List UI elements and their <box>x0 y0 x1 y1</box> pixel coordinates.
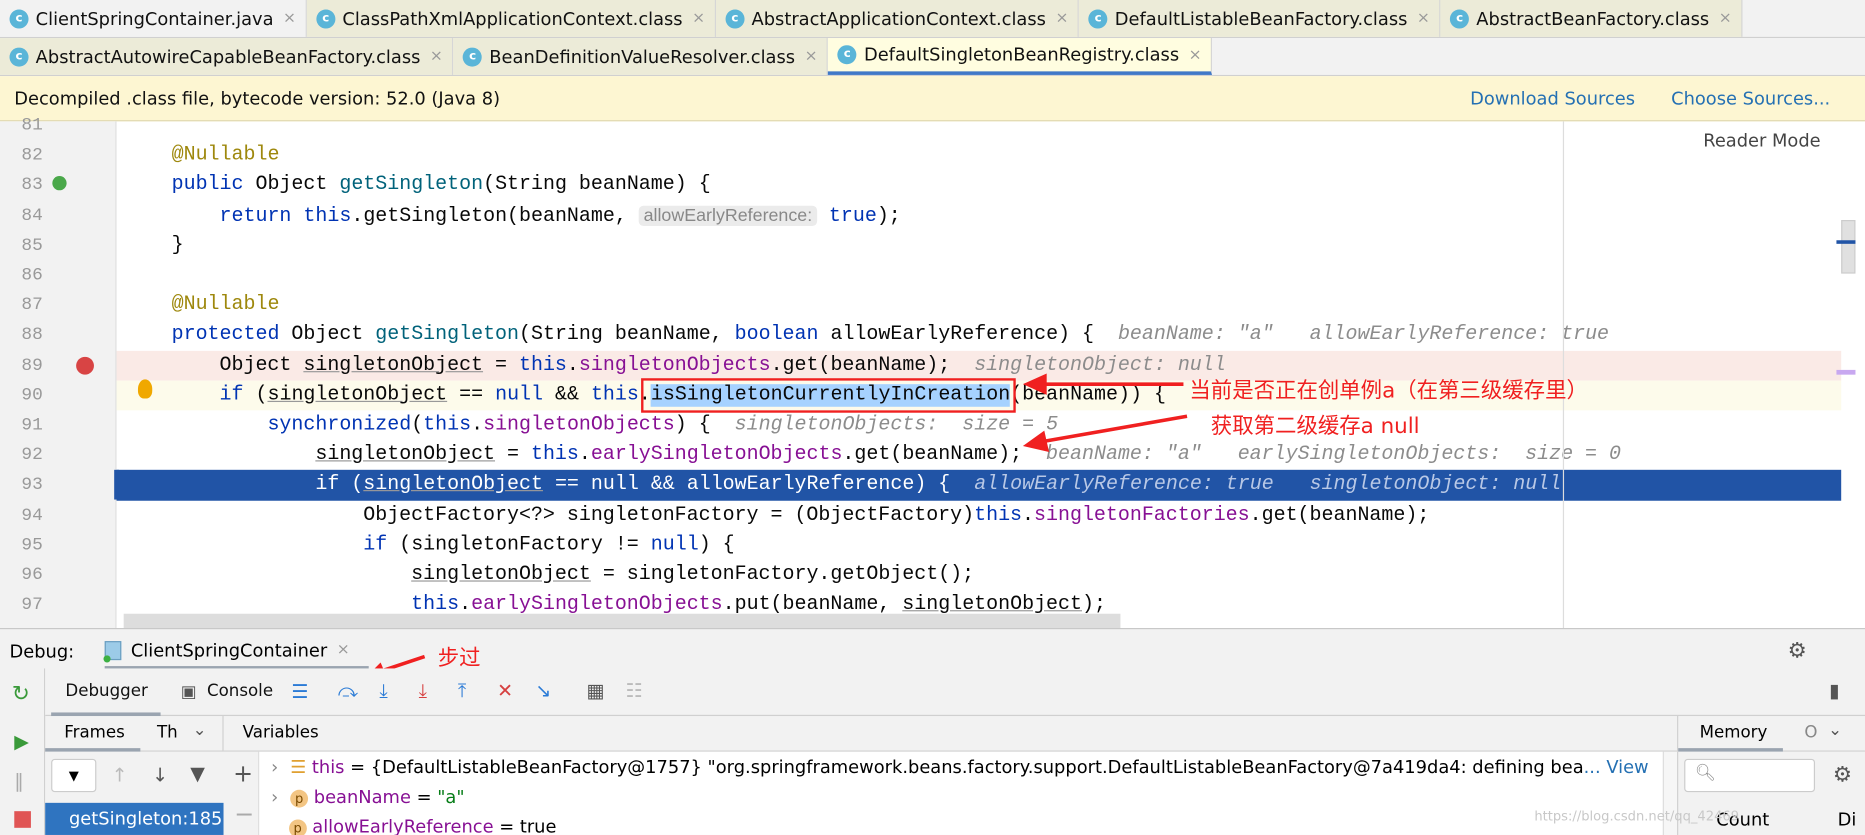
variable-name: this <box>311 756 345 778</box>
chevron-down-icon[interactable]: ⌄ <box>193 721 207 740</box>
rerun-icon[interactable]: ↻ <box>12 682 30 707</box>
pause-icon[interactable]: ‖ <box>14 770 24 794</box>
add-watch-icon[interactable]: + <box>233 761 253 785</box>
drop-frame-icon[interactable]: ✕ <box>497 679 513 703</box>
variable-row[interactable]: p allowEarlyReference = true <box>271 816 556 835</box>
debug-label: Debug: <box>9 641 75 663</box>
implements-icon[interactable] <box>52 176 67 191</box>
memory-search-input[interactable]: 🔍︎ <box>1684 758 1816 793</box>
diff-column[interactable]: Di <box>1838 809 1857 830</box>
parameter-icon: p <box>290 789 309 808</box>
console-icon: ▣ <box>180 682 197 702</box>
variable-row[interactable]: › ☰ this = {DefaultListableBeanFactory@17… <box>271 756 1648 777</box>
view-link[interactable]: ... View <box>1584 756 1649 777</box>
breakpoint-icon[interactable] <box>76 356 94 375</box>
remove-watch-icon[interactable]: − <box>234 802 254 826</box>
evaluate-expression-icon[interactable]: ▦ <box>586 679 604 703</box>
debug-session-tab[interactable]: ClientSpringContainer × <box>103 634 369 670</box>
arrow-down-icon[interactable]: ↓ <box>152 764 168 788</box>
thread-selector[interactable]: ▼ <box>51 758 97 793</box>
variable-name: allowEarlyReference <box>312 815 494 835</box>
resume-icon[interactable]: ▶ <box>14 730 29 754</box>
variable-row[interactable]: › p beanName = "a" <box>271 786 465 808</box>
variable-value: = true <box>493 815 557 835</box>
frames-tab[interactable]: Frames <box>45 716 141 752</box>
debug-side-toolbar: ↻ ▶ ‖ <box>0 668 46 835</box>
annotation-step-over: 步过 <box>437 645 481 671</box>
threads-tab[interactable]: Th <box>157 723 178 742</box>
memory-header: Memory O ⌄ <box>1677 716 1865 752</box>
force-step-into-icon[interactable]: ⤓ <box>419 679 427 703</box>
step-out-icon[interactable]: ⤒ <box>458 679 466 703</box>
variables-header: Variables <box>223 716 1678 752</box>
session-name: ClientSpringContainer <box>130 639 328 661</box>
parameter-icon: p <box>288 819 307 835</box>
arrow-up-icon[interactable]: ↑ <box>112 764 128 788</box>
debugger-tab[interactable]: Debugger <box>51 668 161 717</box>
watermark: https://blog.csdn.net/qq_42469 <box>1534 808 1740 825</box>
variable-value: = <box>410 786 438 808</box>
console-tab[interactable]: ▣ Console <box>176 668 283 716</box>
variable-name: beanName <box>313 786 411 808</box>
expand-chevron-icon[interactable] <box>271 816 277 835</box>
arrow-1 <box>1022 373 1184 395</box>
step-into-icon[interactable]: ⤓ <box>379 679 387 703</box>
frame-item-selected[interactable]: getSingleton:185 <box>45 802 224 835</box>
variable-value: = {DefaultListableBeanFactory@1757} "org… <box>344 756 1584 778</box>
frames-header: Frames Th ⌄ <box>45 716 224 752</box>
arrow-2 <box>1022 414 1188 452</box>
variables-side: + − <box>223 751 260 835</box>
step-over-icon[interactable]: ⤼ <box>338 679 358 703</box>
trace-icon[interactable]: ☷ <box>626 679 643 703</box>
expand-chevron-icon[interactable]: › <box>271 786 278 807</box>
memory-tab[interactable]: Memory <box>1678 716 1783 752</box>
more-tab[interactable]: O <box>1804 723 1817 742</box>
field-list-icon: ☰ <box>290 756 307 778</box>
annotation-in-creation: 当前是否正在创单例a（在第三级缓存里） <box>1189 378 1588 404</box>
layout-icon[interactable]: ☰ <box>291 680 308 704</box>
gear-icon[interactable]: ⚙ <box>1833 763 1852 788</box>
chevron-down-icon[interactable]: ⌄ <box>1828 721 1842 740</box>
execution-marker <box>114 470 119 501</box>
variables-tree: › ☰ this = {DefaultListableBeanFactory@17… <box>259 751 1663 835</box>
debugger-toolbar: Debugger ▣ Console ☰ ⤼ ⤓ ⤓ ⤒ ✕ ↘ ▦ ☷ ▮ <box>45 668 1865 717</box>
application-icon <box>103 640 122 662</box>
frames-panel: ▼ ↑ ↓ ▼ getSingleton:185 <box>45 751 224 835</box>
intention-bulb-icon[interactable] <box>137 379 153 399</box>
run-to-cursor-icon[interactable]: ↘ <box>535 679 551 703</box>
gear-icon[interactable]: ⚙ <box>1788 639 1807 664</box>
close-session-icon[interactable]: × <box>337 641 350 659</box>
stop-icon[interactable] <box>14 811 31 828</box>
restore-layout-icon[interactable]: ▮ <box>1829 679 1839 703</box>
filter-icon[interactable]: ▼ <box>190 762 205 786</box>
string-value: "a" <box>437 786 465 808</box>
expand-chevron-icon[interactable]: › <box>271 756 278 777</box>
annotation-second-cache: 获取第二级缓存a null <box>1210 413 1420 439</box>
